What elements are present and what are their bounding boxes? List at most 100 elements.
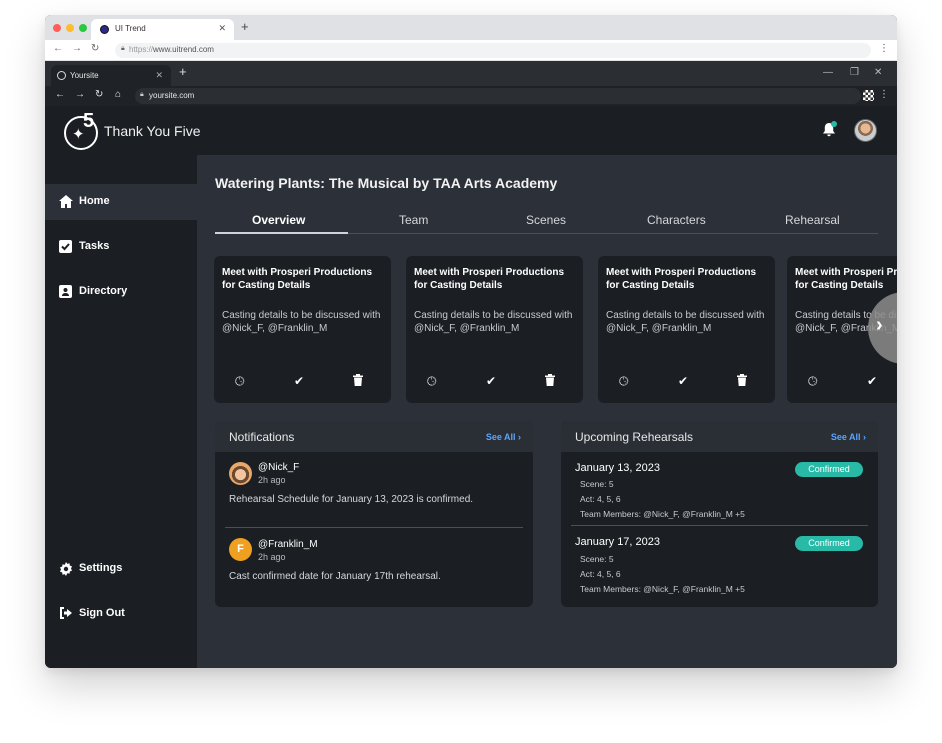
notifications-title: Notifications	[229, 430, 295, 444]
forward-icon[interactable]: →	[75, 89, 85, 100]
check-icon[interactable]: ✔	[486, 374, 496, 388]
maximize-window-button[interactable]	[79, 24, 87, 32]
lock-icon: 🔒︎	[121, 45, 125, 52]
sign-out-icon	[59, 607, 73, 621]
sidebar-item-label: Sign Out	[79, 607, 125, 619]
notifications-header: Notifications See All ›	[215, 421, 533, 452]
check-icon[interactable]: ✔	[678, 374, 688, 388]
rehearsal-team: Team Members: @Nick_F, @Franklin_M +5	[580, 584, 745, 594]
outer-menu-icon[interactable]: ⋮	[879, 43, 889, 54]
avatar[interactable]	[229, 462, 252, 485]
notification-time: 2h ago	[258, 475, 286, 485]
minimize-icon[interactable]: —	[823, 67, 833, 78]
sidebar-item-label: Settings	[79, 562, 123, 574]
sidebar-item-settings[interactable]: Settings	[45, 551, 197, 587]
tab-characters[interactable]: Characters	[647, 213, 706, 227]
notifications-see-all-link[interactable]: See All ›	[486, 432, 521, 442]
inner-toolbar: ← → ↻ ⌂ 🔒︎ yoursite.com ⋮	[45, 86, 897, 106]
tab-overview[interactable]: Overview	[252, 213, 305, 227]
page-title: Watering Plants: The Musical by TAA Arts…	[215, 175, 558, 191]
inner-tab-bar: Yoursite ✕ + — ❐ ✕	[45, 61, 897, 86]
sidebar-item-home[interactable]: Home	[45, 184, 197, 220]
favicon-icon	[100, 25, 109, 34]
reload-icon[interactable]: ↻	[91, 43, 99, 54]
lock-icon: 🔒︎	[140, 91, 144, 98]
contact-card-icon	[59, 285, 73, 299]
back-icon[interactable]: ←	[55, 89, 65, 100]
close-window-button[interactable]	[53, 24, 61, 32]
reload-icon[interactable]: ↻	[95, 89, 103, 100]
notification-author[interactable]: @Franklin_M	[258, 539, 318, 550]
clock-icon[interactable]: 🕓︎	[235, 374, 245, 389]
inner-menu-icon[interactable]: ⋮	[879, 89, 889, 100]
home-nav-icon[interactable]: ⌂	[115, 89, 121, 100]
outer-browser-tab[interactable]: UI Trend ✕	[91, 19, 234, 40]
minimize-window-button[interactable]	[66, 24, 74, 32]
outer-tab-bar: UI Trend ✕ +	[45, 15, 897, 40]
rehearsals-see-all-link[interactable]: See All ›	[831, 432, 866, 442]
outer-toolbar: ← → ↻ 🔒︎ https://www.uitrend.com ⋮	[45, 40, 897, 61]
sidebar-item-sign-out[interactable]: Sign Out	[45, 596, 197, 632]
clock-icon[interactable]: 🕓︎	[427, 374, 437, 389]
close-tab-icon[interactable]: ✕	[155, 70, 163, 81]
clock-icon[interactable]: 🕓︎	[619, 374, 629, 389]
check-icon[interactable]: ✔	[294, 374, 304, 388]
restore-icon[interactable]: ❐	[850, 67, 859, 78]
close-tab-icon[interactable]: ✕	[218, 23, 226, 34]
sidebar-item-label: Directory	[79, 285, 128, 297]
check-icon[interactable]: ✔	[867, 374, 877, 388]
app-header: ✦ 5 Thank You Five	[45, 106, 897, 155]
sidebar-item-directory[interactable]: Directory	[45, 274, 197, 310]
close-icon[interactable]: ✕	[874, 67, 882, 78]
brand-name[interactable]: Thank You Five	[104, 123, 201, 139]
notification-message: Rehearsal Schedule for January 13, 2023 …	[229, 494, 474, 505]
forward-icon[interactable]: →	[72, 43, 82, 54]
trash-icon[interactable]	[737, 374, 747, 389]
task-card[interactable]: Meet with Prosperi Productions for Casti…	[598, 256, 775, 403]
tab-scenes[interactable]: Scenes	[526, 213, 566, 227]
rehearsals-header: Upcoming Rehearsals See All ›	[561, 421, 878, 452]
rehearsal-scene: Scene: 5	[580, 554, 614, 564]
new-tab-button[interactable]: +	[241, 19, 249, 34]
rehearsal-team: Team Members: @Nick_F, @Franklin_M +5	[580, 509, 745, 519]
new-tab-button[interactable]: +	[179, 64, 187, 79]
notification-dot	[831, 121, 837, 127]
sidebar-item-tasks[interactable]: Tasks	[45, 229, 197, 265]
trash-icon[interactable]	[545, 374, 555, 389]
notification-message: Cast confirmed date for January 17th reh…	[229, 571, 441, 582]
tab-team[interactable]: Team	[399, 213, 428, 227]
rehearsal-act: Act: 4, 5, 6	[580, 569, 621, 579]
notifications-panel: Notifications See All › @Nick_F 2h ago R…	[215, 421, 533, 607]
inner-address-bar[interactable]: 🔒︎ yoursite.com	[135, 88, 861, 104]
outer-address-bar[interactable]: 🔒︎ https://www.uitrend.com	[115, 43, 871, 58]
task-description: Casting details to be discussed with @Ni…	[606, 310, 765, 334]
task-card[interactable]: Meet with Prosperi Productions for Casti…	[406, 256, 583, 403]
notification-time: 2h ago	[258, 552, 286, 562]
extension-icon[interactable]	[863, 90, 874, 101]
task-title: Meet with Prosperi Productions for Casti…	[795, 267, 897, 291]
task-title: Meet with Prosperi Productions for Casti…	[606, 267, 757, 291]
inner-browser-tab[interactable]: Yoursite ✕	[51, 65, 171, 86]
status-badge: Confirmed	[795, 462, 863, 477]
notification-author[interactable]: @Nick_F	[258, 462, 299, 473]
home-icon	[59, 195, 73, 209]
task-card[interactable]: Meet with Prosperi Productions for Casti…	[214, 256, 391, 403]
user-avatar[interactable]	[854, 119, 877, 142]
rehearsals-title: Upcoming Rehearsals	[575, 430, 694, 444]
avatar[interactable]: F	[229, 538, 252, 561]
back-icon[interactable]: ←	[53, 43, 63, 54]
outer-browser-window: UI Trend ✕ + ← → ↻ 🔒︎ https://www.uitren…	[45, 15, 897, 668]
rehearsal-date[interactable]: January 13, 2023	[575, 462, 660, 474]
inner-url: yoursite.com	[149, 91, 195, 100]
inner-tab-title: Yoursite	[70, 71, 99, 80]
outer-tab-title: UI Trend	[115, 24, 146, 33]
divider	[225, 527, 523, 528]
bell-icon[interactable]	[823, 121, 837, 137]
tab-rehearsal[interactable]: Rehearsal	[785, 213, 840, 227]
clock-icon[interactable]: 🕓︎	[808, 374, 818, 389]
gear-icon	[59, 562, 73, 576]
trash-icon[interactable]	[353, 374, 363, 389]
task-description: Casting details to be discussed with @Ni…	[414, 310, 573, 334]
rehearsal-date[interactable]: January 17, 2023	[575, 536, 660, 548]
logo-icon[interactable]: ✦ 5	[64, 110, 98, 150]
